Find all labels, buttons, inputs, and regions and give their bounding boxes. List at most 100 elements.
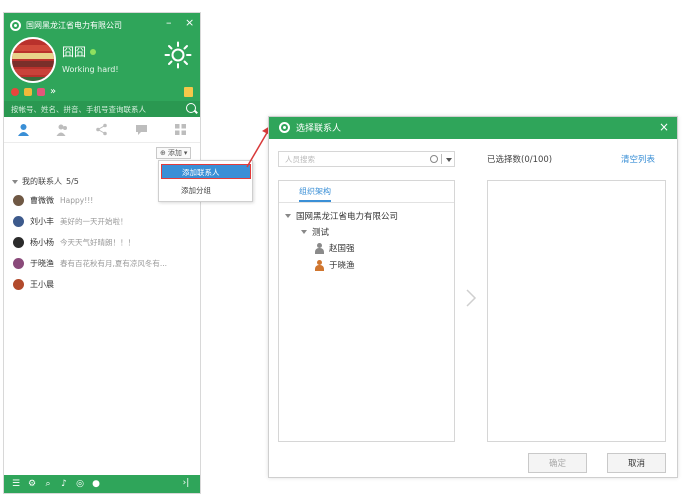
app-folder-icon[interactable] (24, 88, 32, 96)
group-name: 我的联系人 (22, 177, 62, 186)
contact-name: 杨小杨 (30, 237, 54, 247)
dialog-title: 选择联系人 (296, 124, 342, 134)
collapse-icon[interactable]: ›| (180, 478, 192, 488)
add-dropdown-menu: 添加联系人 添加分组 (158, 160, 253, 202)
select-contacts-dialog: 选择联系人 × 人员搜索 已选择数(0/100) 清空列表 组织架构 国网黑龙江… (268, 116, 678, 478)
selected-contacts-panel (487, 180, 666, 442)
group-count: 5/5 (66, 177, 79, 186)
im-footer-toolbar: ☰ ⚙ ⌕ ♪ ◎ ● ›| (4, 475, 200, 493)
tab-messages[interactable] (132, 123, 150, 137)
user-avatar[interactable] (10, 37, 56, 83)
contact-avatar (13, 215, 24, 227)
contact-name: 于晓渔 (30, 258, 54, 268)
more-apps-icon[interactable]: » (50, 87, 58, 97)
screenshot-root: 国网黑龙江省电力有限公司 – × 囧囧 Working hard! » 按帐号、… (0, 0, 687, 495)
search-icon[interactable] (430, 155, 438, 163)
minimize-button[interactable]: – (166, 17, 172, 29)
tree-node-root[interactable]: 国网黑龙江省电力有限公司 (285, 210, 398, 222)
chat-bubble-icon (135, 125, 147, 135)
cancel-button[interactable]: 取消 (607, 453, 666, 473)
close-button[interactable]: × (185, 17, 194, 29)
dialog-title-bar: 选择联系人 × (269, 117, 677, 139)
person-icon (315, 259, 324, 271)
settings-icon[interactable]: ⚙ (26, 479, 38, 489)
contact-status: Happy!!! (60, 195, 94, 205)
app-red-icon[interactable] (11, 88, 19, 96)
location-icon[interactable]: ◎ (74, 479, 86, 489)
tab-contacts[interactable] (15, 123, 33, 137)
contact-name: 曹微微 (30, 195, 54, 205)
tree-member[interactable]: 赵国强 (315, 242, 355, 254)
user-nickname-row: 囧囧 (62, 43, 97, 60)
user-signature[interactable]: Working hard! (62, 65, 119, 74)
contact-avatar (13, 236, 24, 248)
speaker-icon[interactable]: ♪ (58, 479, 70, 489)
search-icon[interactable] (186, 103, 196, 113)
tab-groups[interactable] (54, 123, 72, 137)
contact-search-input[interactable]: 按帐号、姓名、拼音、手机号查询联系人 (11, 104, 146, 115)
contact-item[interactable]: 杨小杨 今天天气好晴朗！！！ (13, 234, 135, 250)
confirm-button[interactable]: 确定 (528, 453, 587, 473)
tab-share[interactable] (93, 123, 111, 137)
app-grid-icon[interactable] (37, 88, 45, 96)
app-shortcuts: » (11, 87, 58, 97)
contact-status: 美好的一天开始啦！ (60, 216, 128, 226)
contact-search-bar[interactable]: 按帐号、姓名、拼音、手机号查询联系人 (4, 101, 200, 117)
weather-sun-icon[interactable] (164, 41, 192, 69)
contact-status: 今天天气好晴朗！！！ (60, 237, 135, 247)
add-button[interactable]: ⊕ 添加 ▾ (156, 147, 192, 159)
contact-name: 刘小丰 (30, 216, 54, 226)
menu-add-group[interactable]: 添加分组 (161, 183, 251, 198)
person-search-placeholder: 人员搜索 (285, 155, 315, 164)
expand-triangle-icon (12, 179, 18, 184)
tree-node-dept[interactable]: 测试 (301, 226, 329, 238)
dialog-title-group: 选择联系人 (279, 121, 341, 134)
app-logo-icon (10, 19, 21, 31)
contact-item[interactable]: 王小晨 (13, 276, 54, 292)
share-icon (96, 123, 108, 136)
grid-icon (174, 124, 186, 135)
contact-item[interactable]: 曹微微 Happy!!! (13, 192, 93, 208)
search-divider (441, 154, 442, 164)
person-search-input[interactable]: 人员搜索 (278, 151, 455, 167)
contact-group-header[interactable]: 我的联系人 5/5 (12, 176, 79, 187)
group-icon (56, 124, 68, 136)
contact-name: 王小晨 (30, 279, 54, 289)
im-title-bar: 国网黑龙江省电力有限公司 (10, 18, 122, 32)
contact-avatar (13, 278, 24, 290)
im-header: 国网黑龙江省电力有限公司 – × 囧囧 Working hard! » 按帐号、… (4, 13, 200, 117)
add-button-label: 添加 (167, 149, 182, 157)
expand-triangle-icon[interactable] (301, 230, 307, 234)
contact-avatar (13, 194, 24, 206)
divider (279, 202, 454, 203)
selected-count: 已选择数(0/100) (487, 155, 553, 165)
contact-status: 春有百花秋有月,夏有凉风冬有... (60, 258, 168, 268)
contact-item[interactable]: 于晓渔 春有百花秋有月,夏有凉风冬有... (13, 255, 167, 271)
expand-triangle-icon[interactable] (285, 214, 291, 218)
chevron-down-icon: ▾ (183, 149, 188, 157)
tree-member-label: 于晓渔 (329, 261, 355, 271)
person-icon (315, 242, 324, 254)
contact-item[interactable]: 刘小丰 美好的一天开始啦！ (13, 213, 128, 229)
move-right-chevron-icon[interactable] (465, 289, 477, 307)
tab-org-structure[interactable]: 组织架构 (299, 186, 331, 202)
search-icon[interactable]: ⌕ (42, 479, 54, 489)
menu-add-contact[interactable]: 添加联系人 (161, 164, 251, 179)
notes-icon[interactable] (184, 87, 193, 97)
tree-root-label: 国网黑龙江省电力有限公司 (296, 212, 399, 222)
im-main-window: 国网黑龙江省电力有限公司 – × 囧囧 Working hard! » 按帐号、… (3, 12, 253, 494)
tree-member[interactable]: 于晓渔 (315, 259, 355, 271)
tab-apps[interactable] (171, 123, 189, 137)
dialog-close-button[interactable]: × (659, 120, 669, 134)
app-logo-icon (279, 122, 290, 133)
tree-dept-label: 测试 (312, 228, 330, 238)
company-name: 国网黑龙江省电力有限公司 (26, 20, 122, 30)
add-circle-icon: ⊕ (160, 149, 166, 157)
clear-list-link[interactable]: 清空列表 (621, 153, 655, 165)
chevron-down-icon[interactable] (446, 158, 452, 162)
tree-member-label: 赵国强 (329, 244, 355, 254)
online-status-icon[interactable] (90, 48, 97, 55)
mic-icon[interactable]: ● (90, 479, 102, 489)
menu-icon[interactable]: ☰ (10, 479, 22, 489)
person-icon (18, 124, 30, 136)
